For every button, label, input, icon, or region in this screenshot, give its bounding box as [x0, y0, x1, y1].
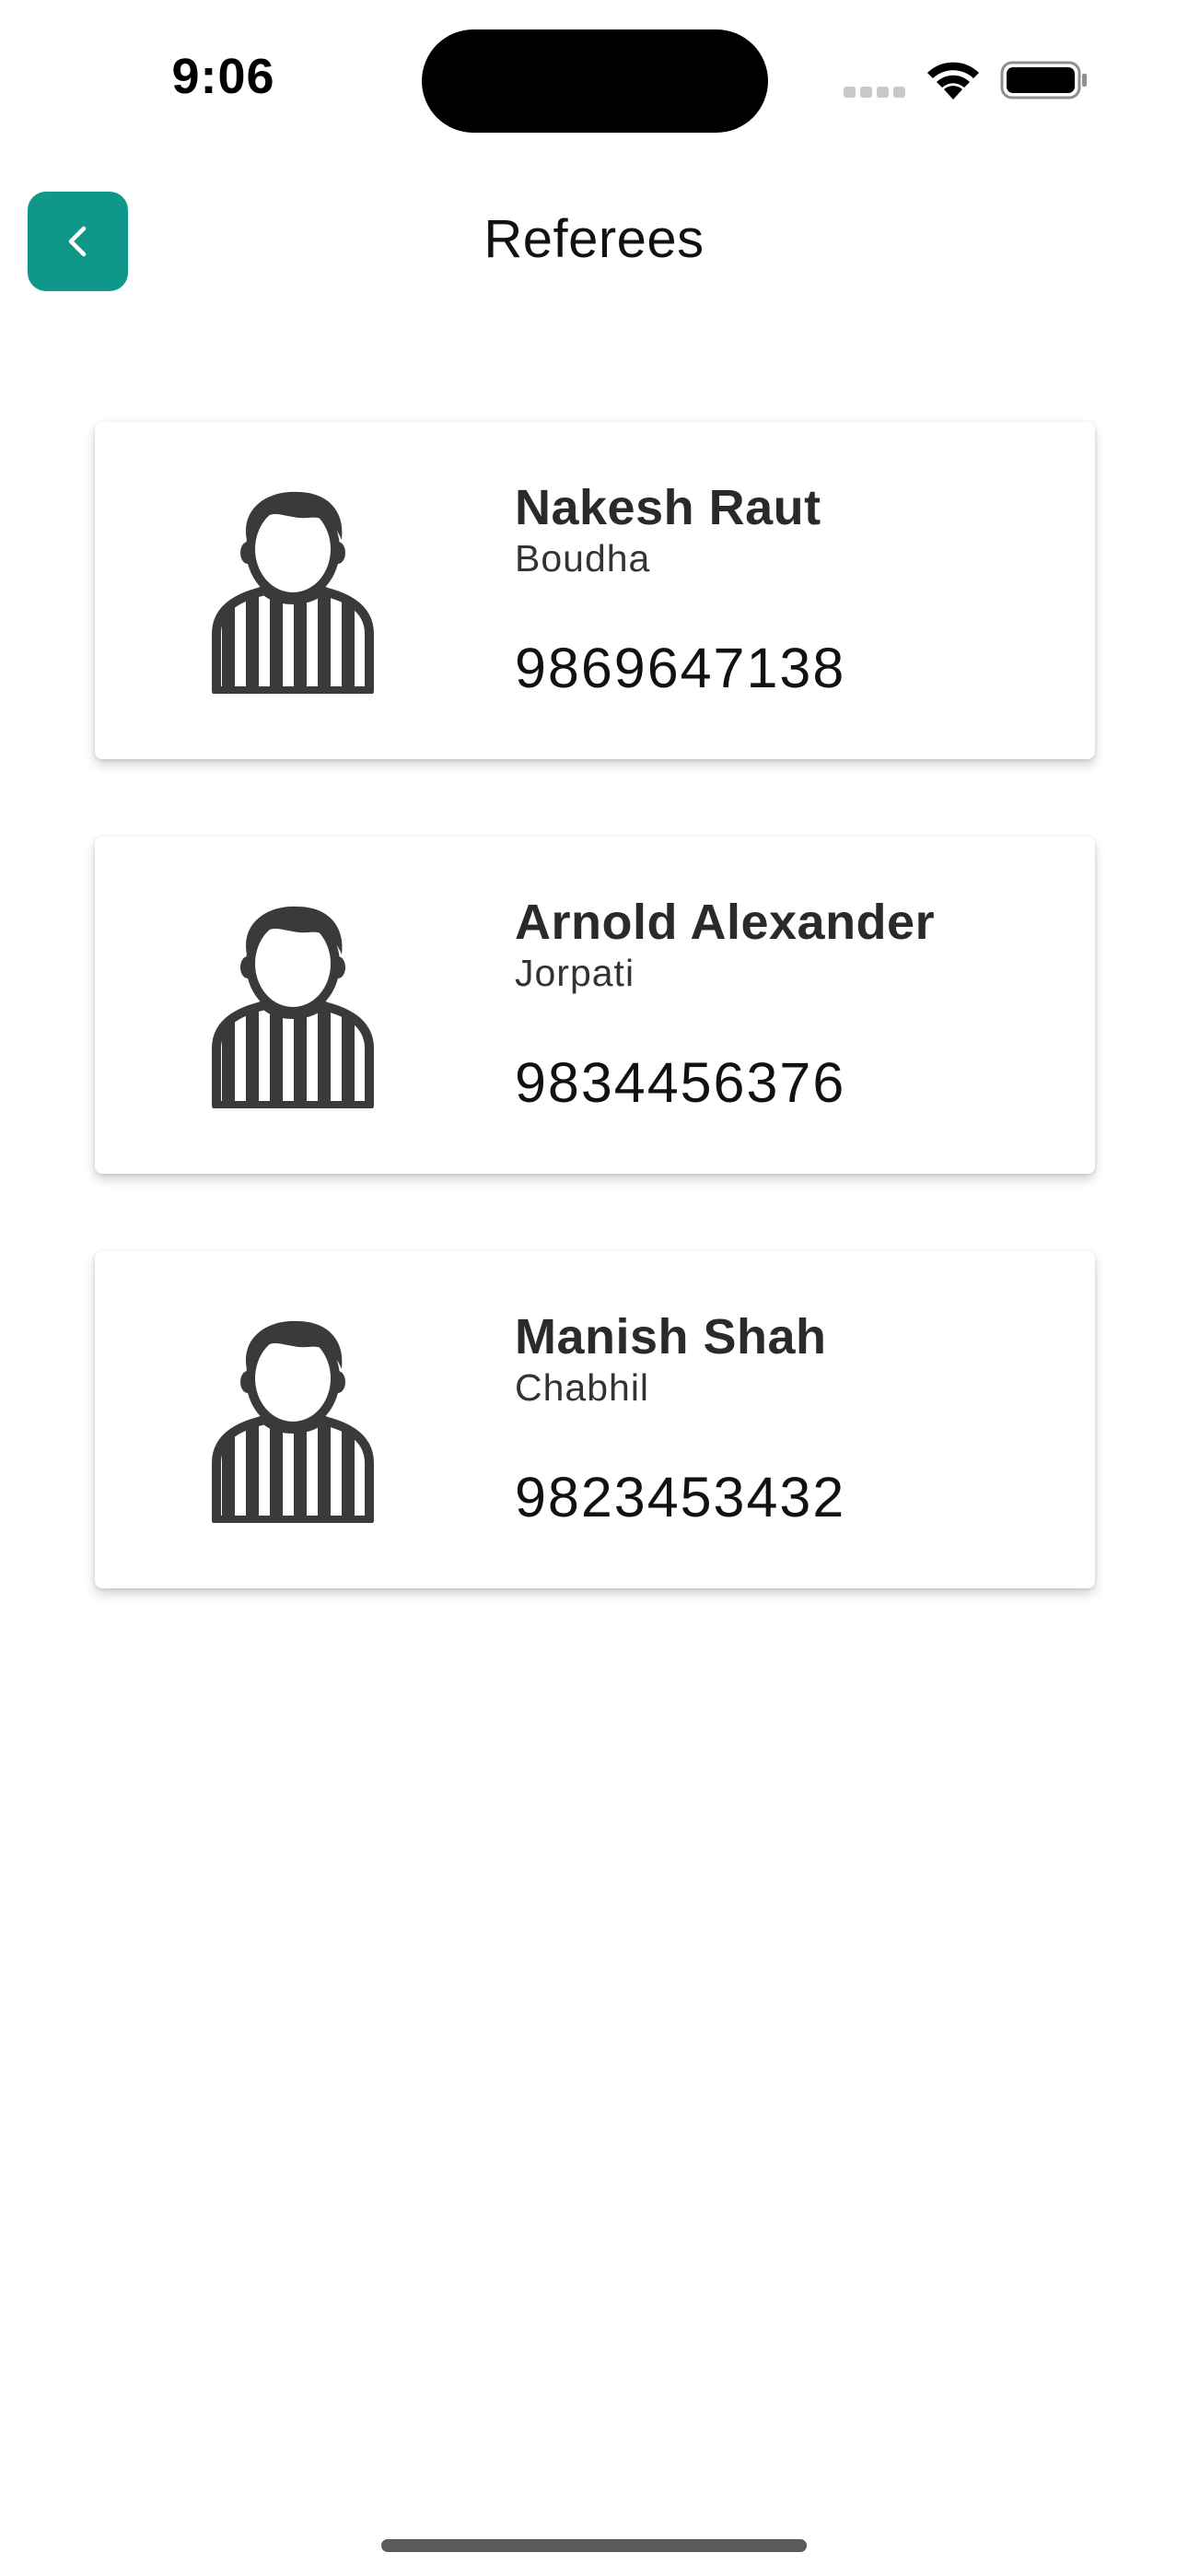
referee-name: Manish Shah — [515, 1309, 827, 1364]
wifi-icon — [927, 62, 979, 100]
page-title: Referees — [483, 209, 705, 269]
referee-phone[interactable]: 9869647138 — [515, 636, 845, 700]
dynamic-island — [422, 29, 768, 133]
status-time: 9:06 — [171, 49, 275, 104]
battery-icon — [1000, 61, 1087, 100]
referee-card[interactable]: Manish Shah Chabhil 9823453432 — [95, 1251, 1095, 1588]
referee-avatar-icon — [212, 491, 374, 694]
cellular-signal-icon — [844, 87, 906, 98]
referee-card[interactable]: Arnold Alexander Jorpati 9834456376 — [95, 837, 1095, 1174]
referee-phone[interactable]: 9823453432 — [515, 1465, 845, 1529]
referee-location: Chabhil — [515, 1366, 650, 1409]
referee-location: Boudha — [515, 537, 651, 580]
home-indicator[interactable] — [381, 2539, 807, 2552]
referee-name: Nakesh Raut — [515, 480, 821, 535]
referee-avatar-icon — [212, 1320, 374, 1523]
referee-avatar-icon — [212, 906, 374, 1108]
status-bar: 9:06 — [0, 0, 1188, 157]
referee-location: Jorpati — [515, 952, 635, 994]
referee-phone[interactable]: 9834456376 — [515, 1050, 845, 1115]
referee-card[interactable]: Nakesh Raut Boudha 9869647138 — [95, 422, 1095, 759]
referee-name: Arnold Alexander — [515, 895, 936, 950]
